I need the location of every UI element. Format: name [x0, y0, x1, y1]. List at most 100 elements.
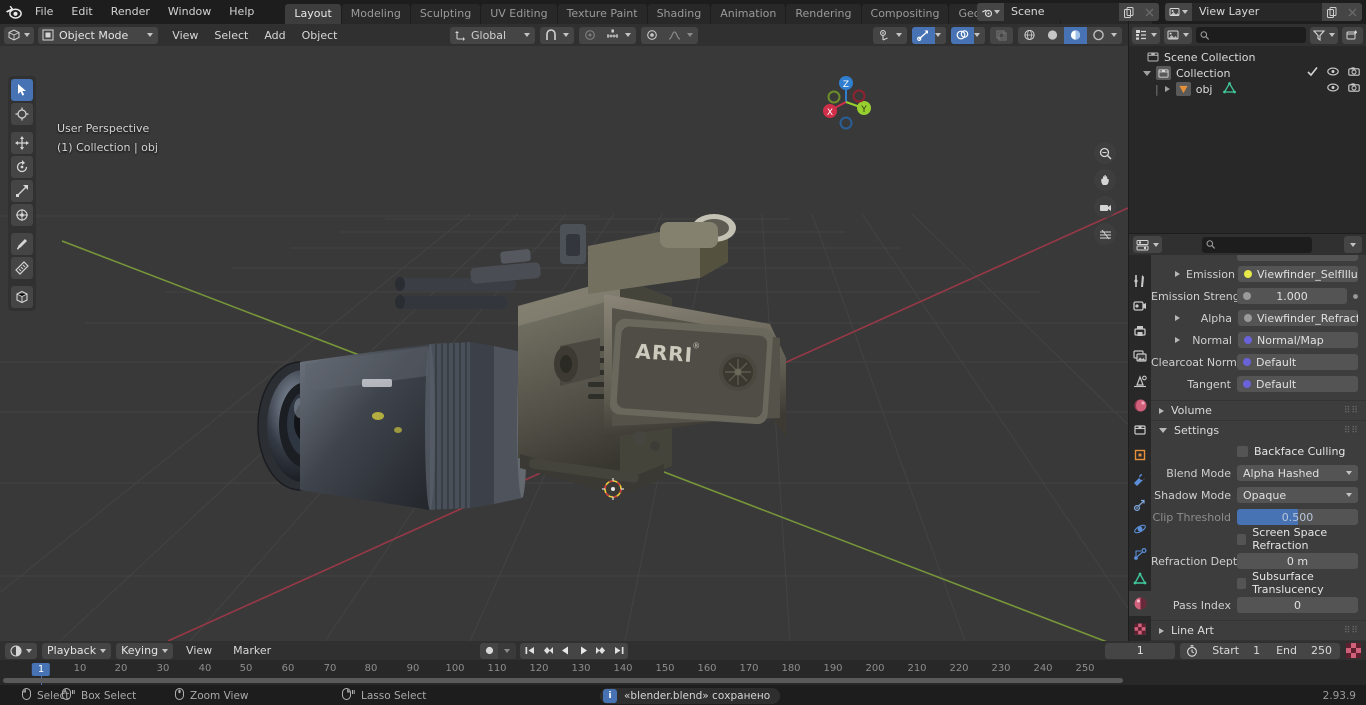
- status-notification[interactable]: i «blender.blend» сохранено: [600, 687, 781, 704]
- chevron-down-icon[interactable]: [1159, 428, 1167, 433]
- camera-icon[interactable]: [1348, 66, 1360, 80]
- shading-mode-selector[interactable]: [1018, 26, 1122, 44]
- viewport-menu-object[interactable]: Object: [294, 27, 346, 44]
- auto-keying-group[interactable]: [480, 642, 516, 659]
- tab-shading[interactable]: Shading: [647, 4, 711, 24]
- properties-tab-material[interactable]: [1129, 591, 1151, 617]
- add-cube-tool[interactable]: [11, 286, 33, 308]
- outliner-search-field[interactable]: [1213, 28, 1302, 42]
- annotate-tool[interactable]: [11, 233, 33, 255]
- properties-search-input[interactable]: [1202, 236, 1312, 253]
- clip-threshold-slider[interactable]: 0.500: [1237, 509, 1358, 525]
- refraction-depth-field[interactable]: 0 m: [1237, 553, 1358, 569]
- view-layer-selector[interactable]: View Layer: [1165, 3, 1362, 21]
- falloff-chevron-down-icon[interactable]: [686, 27, 698, 44]
- timeline-editor-icon[interactable]: [5, 642, 37, 659]
- playhead-indicator[interactable]: 1: [31, 663, 51, 676]
- properties-tab-scene[interactable]: [1129, 368, 1151, 393]
- properties-tab-particles[interactable]: [1129, 492, 1151, 517]
- timeline-strip[interactable]: 10 20 30 40 50 60 70 80 90 100 110 120 1…: [0, 660, 1366, 685]
- play-reverse-icon[interactable]: [556, 643, 574, 659]
- overlays-icon[interactable]: [951, 26, 974, 44]
- magnet-icon[interactable]: [540, 27, 562, 44]
- stopwatch-icon[interactable]: [1180, 643, 1204, 659]
- properties-search-field[interactable]: [1219, 238, 1308, 251]
- alpha-value-field[interactable]: Viewfinder_Refracti...: [1238, 310, 1358, 326]
- view-layer-remove-button[interactable]: [1342, 3, 1362, 21]
- properties-tab-collection[interactable]: [1129, 418, 1151, 443]
- tweak-tool[interactable]: [11, 79, 33, 101]
- move-tool[interactable]: [11, 132, 33, 154]
- current-frame-field[interactable]: 1: [1105, 642, 1176, 659]
- frame-start-field[interactable]: Start 1: [1204, 643, 1268, 659]
- snapping-chevron-down-icon[interactable]: [562, 27, 574, 44]
- chevron-right-icon[interactable]: [1175, 271, 1180, 277]
- shadow-mode-dropdown[interactable]: Opaque: [1237, 487, 1358, 503]
- panel-line-art[interactable]: Line Art ⠿⠿: [1151, 620, 1366, 640]
- xray-icon[interactable]: [990, 27, 1013, 44]
- timeline-horizontal-scrollbar[interactable]: [3, 678, 1123, 683]
- view-layer-icon[interactable]: [1165, 3, 1192, 21]
- viewport-menu-add[interactable]: Add: [256, 27, 293, 44]
- smooth-falloff-icon[interactable]: [663, 27, 686, 44]
- camera-icon[interactable]: [1348, 82, 1360, 96]
- measure-tool[interactable]: [11, 257, 33, 279]
- xray-toggle[interactable]: [990, 26, 1013, 44]
- proportional-editing-controls[interactable]: [579, 26, 637, 44]
- jump-start-icon[interactable]: [520, 643, 538, 659]
- falloff-controls[interactable]: [641, 26, 699, 44]
- visibility-chevron-down-icon[interactable]: [896, 27, 907, 44]
- view-layer-new-button[interactable]: [1322, 3, 1342, 21]
- auto-keying-chevron-down-icon[interactable]: [498, 642, 516, 659]
- hand-pan-icon[interactable]: [1094, 169, 1116, 191]
- blend-mode-dropdown[interactable]: Alpha Hashed: [1237, 465, 1358, 481]
- backface-culling-checkbox[interactable]: [1237, 445, 1248, 457]
- editor-type-3dview-icon[interactable]: [4, 26, 34, 44]
- menu-render[interactable]: Render: [102, 3, 159, 21]
- properties-tab-modifier[interactable]: [1129, 467, 1151, 492]
- rendered-icon[interactable]: [1087, 26, 1110, 44]
- properties-tab-texture[interactable]: [1129, 616, 1151, 641]
- timeline-marker-menu[interactable]: Marker: [225, 642, 279, 659]
- panel-settings[interactable]: Settings ⠿⠿: [1151, 420, 1366, 440]
- mesh-data-icon[interactable]: [1222, 81, 1236, 97]
- overlays-chevron-down-icon[interactable]: [974, 26, 985, 44]
- panel-volume[interactable]: Volume ⠿⠿: [1151, 400, 1366, 420]
- viewport-menu-view[interactable]: View: [164, 27, 206, 44]
- properties-tab-view-layer[interactable]: [1129, 343, 1151, 368]
- timeline-keying-menu[interactable]: Keying: [116, 642, 174, 659]
- tab-sculpting[interactable]: Sculpting: [410, 4, 481, 24]
- subsurface-translucency-checkbox[interactable]: [1237, 577, 1247, 589]
- emission-value-field[interactable]: Viewfinder_SelfIllum...: [1238, 266, 1358, 282]
- solid-icon[interactable]: [1041, 26, 1064, 44]
- chevron-right-icon[interactable]: [1175, 315, 1180, 321]
- shading-chevron-down-icon[interactable]: [1110, 26, 1122, 44]
- properties-tab-world[interactable]: [1129, 393, 1151, 418]
- timeline-view-menu[interactable]: View: [178, 642, 220, 659]
- blender-logo-icon[interactable]: [0, 0, 26, 24]
- rotate-tool[interactable]: [11, 156, 33, 178]
- orientation-chevron-down-icon[interactable]: [524, 27, 535, 44]
- eye-icon[interactable]: [1327, 66, 1339, 80]
- snapping-controls[interactable]: [540, 26, 575, 44]
- tab-compositing[interactable]: Compositing: [861, 4, 949, 24]
- checkbox-exclude[interactable]: [1307, 66, 1318, 80]
- gizmo-icon[interactable]: [912, 26, 935, 44]
- tab-modeling[interactable]: Modeling: [341, 4, 410, 24]
- menu-window[interactable]: Window: [159, 3, 220, 21]
- camera-view-icon[interactable]: [1094, 196, 1116, 218]
- outliner-search-input[interactable]: [1196, 27, 1306, 43]
- scene-unlink-button[interactable]: [1139, 3, 1159, 21]
- panel-drag-handle[interactable]: ⠿⠿: [1344, 426, 1359, 436]
- properties-tab-physics[interactable]: [1129, 517, 1151, 542]
- tab-rendering[interactable]: Rendering: [786, 4, 861, 24]
- properties-options-chevron-down-icon[interactable]: [1344, 236, 1362, 253]
- eye-icon[interactable]: [1327, 82, 1339, 96]
- overlays-controls[interactable]: [951, 26, 985, 44]
- chevron-right-icon[interactable]: [1175, 337, 1180, 343]
- panel-drag-handle[interactable]: ⠿⠿: [1344, 626, 1359, 636]
- properties-tab-tool[interactable]: [1129, 269, 1151, 294]
- properties-tab-output[interactable]: [1129, 319, 1151, 344]
- panel-drag-handle[interactable]: ⠿⠿: [1344, 406, 1359, 416]
- next-keyframe-icon[interactable]: [592, 643, 610, 659]
